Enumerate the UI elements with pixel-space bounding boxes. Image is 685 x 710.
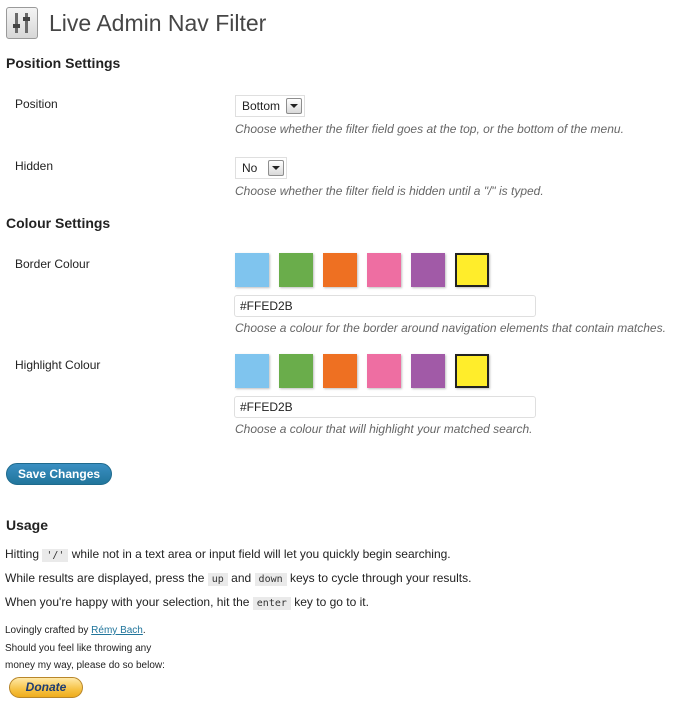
colour-settings-heading: Colour Settings <box>6 215 111 231</box>
swatch-blue[interactable] <box>235 354 269 388</box>
credit-line-2: Should you feel like throwing any <box>5 643 152 654</box>
page-header: Live Admin Nav Filter <box>6 6 266 40</box>
author-link[interactable]: Rémy Bach <box>91 625 143 636</box>
position-select[interactable]: Bottom <box>235 95 305 117</box>
border-colour-description: Choose a colour for the border around na… <box>235 321 666 335</box>
position-label: Position <box>15 97 58 111</box>
highlight-colour-description: Choose a colour that will highlight your… <box>235 422 533 436</box>
highlight-colour-label: Highlight Colour <box>15 358 101 372</box>
position-settings-heading: Position Settings <box>6 55 121 71</box>
hidden-description: Choose whether the filter field is hidde… <box>235 184 544 198</box>
page-title: Live Admin Nav Filter <box>49 9 267 36</box>
swatch-yellow[interactable] <box>455 253 489 287</box>
highlight-colour-swatches <box>235 354 499 388</box>
usage-line-select: When you're happy with your selection, h… <box>5 595 369 610</box>
slash-key-code: '/' <box>42 549 69 562</box>
down-key-code: down <box>254 573 287 586</box>
swatch-blue[interactable] <box>235 253 269 287</box>
up-key-code: up <box>207 573 228 586</box>
plugin-settings-icon <box>6 7 38 39</box>
hidden-label: Hidden <box>15 159 54 173</box>
usage-text: Hitting <box>5 547 40 561</box>
swatch-pink[interactable] <box>367 354 401 388</box>
usage-heading: Usage <box>6 517 49 533</box>
enter-key-code: enter <box>252 597 291 610</box>
swatch-pink[interactable] <box>367 253 401 287</box>
swatch-yellow[interactable] <box>455 354 489 388</box>
credit-text: Lovingly crafted by <box>5 625 89 636</box>
hidden-select-value: No <box>242 161 258 175</box>
border-colour-label: Border Colour <box>15 257 90 271</box>
usage-line-search: Hitting '/' while not in a text area or … <box>5 547 451 562</box>
credit-line: Lovingly crafted by Rémy Bach. <box>5 625 146 636</box>
hidden-select[interactable]: No <box>235 157 287 179</box>
border-colour-swatches <box>235 253 499 287</box>
usage-line-navigate: While results are displayed, press the u… <box>5 571 472 586</box>
usage-text: and <box>231 571 252 585</box>
usage-text: When you're happy with your selection, h… <box>5 595 250 609</box>
position-description: Choose whether the filter field goes at … <box>235 122 624 136</box>
swatch-purple[interactable] <box>411 253 445 287</box>
swatch-purple[interactable] <box>411 354 445 388</box>
position-select-value: Bottom <box>242 99 281 113</box>
swatch-green[interactable] <box>279 354 313 388</box>
chevron-down-icon[interactable] <box>268 160 284 176</box>
highlight-colour-input[interactable] <box>234 396 536 418</box>
usage-text: While results are displayed, press the <box>5 571 205 585</box>
credit-line-3: money my way, please do so below: <box>5 660 165 671</box>
usage-text: keys to cycle through your results. <box>289 571 472 585</box>
usage-text: key to go to it. <box>294 595 369 609</box>
swatch-orange[interactable] <box>323 253 357 287</box>
save-changes-button[interactable]: Save Changes <box>6 463 113 485</box>
border-colour-input[interactable] <box>234 295 536 317</box>
usage-text: while not in a text area or input field … <box>71 547 451 561</box>
swatch-green[interactable] <box>279 253 313 287</box>
credit-text: . <box>142 625 146 636</box>
chevron-down-icon[interactable] <box>286 98 302 114</box>
swatch-orange[interactable] <box>323 354 357 388</box>
donate-button[interactable]: Donate <box>9 677 83 698</box>
